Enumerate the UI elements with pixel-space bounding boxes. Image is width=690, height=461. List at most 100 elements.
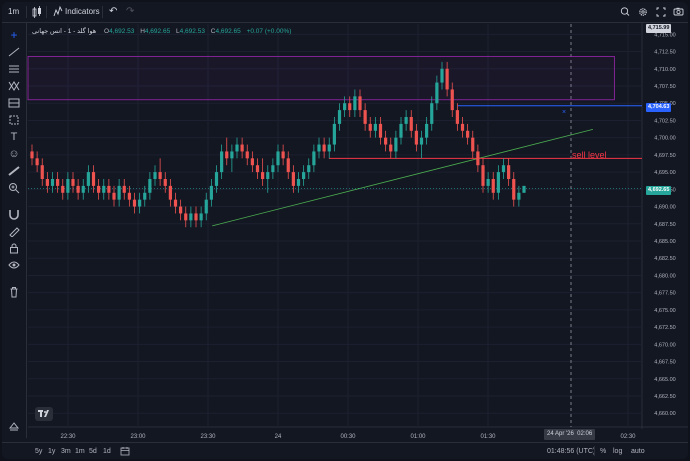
rectangle-zone: [27, 55, 615, 101]
time-tick-label: 00:30: [340, 434, 356, 440]
candle-body: [220, 151, 224, 173]
candle-body: [368, 123, 372, 131]
candle-body: [399, 123, 403, 138]
crosshair-time-label: 24 Apr '26 02:06: [544, 429, 596, 440]
candle-body: [189, 213, 193, 221]
candle-body: [348, 103, 352, 111]
candle-body: [204, 199, 208, 214]
crosshair-marker-icon: ×: [562, 109, 566, 116]
price-label-blue-line: 4,704.63: [646, 103, 672, 112]
candle-body: [358, 96, 362, 111]
price-tick-label: 4,665.00: [654, 377, 675, 383]
app-window: 1m Indicators ↶ ↷ + T ☺ × 4,715.00 4,712…: [2, 2, 688, 459]
chart-canvas[interactable]: × 4,715.004,712.504,710.004,707.504,705.…: [2, 2, 688, 442]
candle-body: [255, 165, 260, 173]
candle-body: [486, 179, 490, 186]
range-1d[interactable]: 1d: [103, 443, 111, 459]
price-tick-label: 4,690.00: [654, 205, 675, 211]
candle-body: [460, 123, 465, 131]
ohlc-open: 4,692.53: [109, 28, 135, 35]
price-tick-label: 4,687.50: [654, 222, 675, 228]
auto-toggle[interactable]: auto: [631, 443, 645, 459]
candle-body: [332, 123, 336, 145]
log-toggle[interactable]: log: [613, 443, 622, 459]
candle-body: [209, 185, 213, 200]
candle-body: [394, 137, 398, 152]
candle-body: [389, 144, 393, 152]
percent-toggle[interactable]: %: [600, 443, 606, 459]
candle-body: [512, 179, 516, 200]
tradingview-logo[interactable]: [35, 407, 53, 421]
candle-body: [286, 158, 290, 173]
candle-body: [112, 192, 116, 200]
time-tick-label: 01:00: [410, 434, 426, 440]
candle-body: [50, 179, 55, 186]
sell-level-label[interactable]: sell level: [572, 150, 607, 160]
candle-body: [322, 144, 326, 152]
candle-body: [76, 185, 80, 193]
candle-body: [419, 137, 424, 145]
candle-body: [179, 206, 183, 214]
candle-body: [327, 144, 331, 152]
candle-body: [102, 185, 106, 193]
candle-body: [214, 172, 219, 186]
candle-body: [30, 151, 34, 159]
price-tick-label: 4,697.50: [654, 153, 675, 159]
ohlc-low: 4,692.53: [179, 28, 205, 35]
candle-body: [440, 68, 444, 83]
candle-body: [496, 172, 500, 193]
time-tick-label: 23:30: [200, 434, 216, 440]
candle-body: [230, 151, 234, 159]
candle-body: [471, 137, 475, 152]
candle-body: [66, 179, 70, 193]
price-tick-label: 4,682.50: [654, 256, 675, 262]
candle-body: [296, 179, 301, 186]
candle-body: [250, 158, 254, 166]
candle-body: [245, 151, 249, 159]
price-tick-label: 4,702.50: [654, 118, 675, 124]
range-1y[interactable]: 1y: [48, 443, 55, 459]
candle-body: [312, 151, 316, 166]
candle-body: [353, 96, 357, 111]
candle-body: [455, 110, 459, 124]
candle-body: [450, 89, 454, 111]
candle-body: [117, 185, 121, 200]
candle-body: [86, 172, 90, 186]
utc-clock[interactable]: 01:48:56 (UTC): [547, 443, 595, 459]
price-tick-label: 4,662.50: [654, 394, 675, 400]
candle-body: [317, 144, 321, 152]
bottom-toolbar: 5y 1y 3m 1m 5d 1d 01:48:56 (UTC) % log a…: [2, 442, 688, 459]
candle-body: [240, 144, 244, 152]
price-tick-label: 4,672.50: [654, 325, 675, 331]
candle-body: [81, 185, 85, 193]
chart-legend: هوا گلد - 1 - انس جهانی O4,692.53 H4,692…: [32, 25, 291, 39]
candle-body: [184, 213, 188, 221]
candle-body: [148, 179, 152, 193]
time-tick-label: 22:30: [60, 434, 76, 440]
range-5y[interactable]: 5y: [35, 443, 42, 459]
candle-body: [61, 185, 65, 193]
candle-body: [158, 172, 162, 179]
candle-body: [35, 158, 39, 166]
range-1m[interactable]: 1m: [75, 443, 85, 459]
candle-body: [404, 117, 408, 124]
candle-body: [307, 165, 311, 173]
time-tick-label: 01:30: [480, 434, 496, 440]
symbol-title[interactable]: هوا گلد - 1 - انس جهانی: [32, 28, 96, 35]
candle-body: [507, 165, 511, 179]
candle-body: [435, 82, 439, 104]
candle-body: [143, 192, 147, 200]
price-tick-label: 4,677.50: [654, 291, 675, 297]
candle-body: [384, 137, 388, 145]
candle-body: [153, 172, 157, 179]
range-5d[interactable]: 5d: [89, 443, 97, 459]
candle-body: [363, 110, 367, 124]
candle-body: [481, 165, 485, 186]
price-tick-label: 4,707.50: [654, 84, 675, 90]
price-label-top: 4,715.99: [646, 24, 672, 33]
date-range-icon[interactable]: [120, 443, 130, 459]
candle-body: [430, 103, 434, 124]
price-tick-label: 4,670.00: [654, 342, 675, 348]
candle-body: [517, 192, 521, 200]
range-3m[interactable]: 3m: [61, 443, 71, 459]
